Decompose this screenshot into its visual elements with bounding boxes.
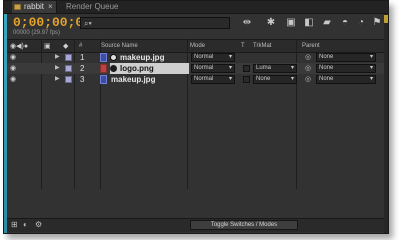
- column-parent[interactable]: Parent: [302, 43, 320, 49]
- graph-editor-icon[interactable]: ⚑: [370, 17, 384, 29]
- preserve-transparency-checkbox[interactable]: [243, 65, 250, 72]
- parent-pickwhip-icon[interactable]: ◎: [305, 75, 311, 83]
- eye-icon[interactable]: ◉: [10, 65, 19, 72]
- motion-blur-icon[interactable]: ▰: [320, 17, 334, 29]
- parent-value: None: [319, 65, 334, 71]
- layer-source-icon: [110, 65, 117, 72]
- layer-row[interactable]: ◉ ▶ 1 makeup.jpg Normal ▾ ◎ None ▾: [7, 52, 384, 63]
- chevron-down-icon: ▾: [290, 76, 294, 82]
- trkmat-value: Luma: [256, 65, 272, 71]
- hide-shy-layers-icon[interactable]: ▣: [284, 17, 298, 29]
- tab-rabbit-label: rabbit: [24, 2, 45, 11]
- search-icon: ⌕▾: [84, 19, 92, 28]
- chevron-down-icon: ▾: [369, 54, 373, 60]
- layer-number: 3: [80, 75, 85, 84]
- column-t[interactable]: T: [241, 43, 245, 49]
- image-file-icon: [100, 53, 107, 62]
- trkmat-dropdown[interactable]: Luma ▾: [253, 64, 297, 73]
- label-icon[interactable]: ◆: [63, 42, 68, 50]
- chevron-down-icon: ▾: [228, 54, 232, 60]
- frame-blending-icon[interactable]: ◧: [302, 17, 316, 29]
- toggle-switches-modes-button[interactable]: Toggle Switches / Modes: [190, 220, 298, 230]
- parent-dropdown[interactable]: None ▾: [316, 53, 376, 62]
- mode-dropdown[interactable]: Normal ▾: [191, 75, 235, 84]
- expand-triangle-icon[interactable]: ▶: [55, 53, 60, 60]
- panel-edge-accent: [4, 1, 7, 233]
- layer-number: 1: [80, 53, 85, 62]
- mini-flowchart-icon[interactable]: ⇹: [240, 17, 254, 29]
- parent-pickwhip-icon[interactable]: ◎: [305, 64, 311, 72]
- trkmat-dropdown[interactable]: None ▾: [253, 75, 297, 84]
- label-color-swatch[interactable]: [65, 76, 72, 83]
- expand-triangle-icon[interactable]: ▶: [55, 64, 60, 71]
- mode-dropdown[interactable]: Normal ▾: [191, 64, 235, 73]
- chevron-down-icon: ▾: [290, 65, 294, 71]
- column-mode[interactable]: Mode: [190, 43, 205, 49]
- column-header-row: ◉◀)● ▣ ◆ # Source Name Mode T TrkMat Par…: [7, 39, 384, 53]
- column-trkmat[interactable]: TrkMat: [253, 43, 271, 49]
- expand-triangle-icon[interactable]: ▶: [55, 75, 60, 82]
- layer-name[interactable]: makeup.jpg: [120, 53, 164, 62]
- tab-bar: rabbit × Render Queue: [4, 1, 388, 14]
- auto-keyframe-icon[interactable]: ◔: [354, 17, 368, 29]
- image-file-icon: [100, 75, 107, 84]
- label-color-swatch[interactable]: [65, 54, 72, 61]
- parent-value: None: [319, 76, 334, 82]
- mode-value: Normal: [194, 54, 214, 60]
- eye-icon[interactable]: ◉: [10, 76, 19, 83]
- trkmat-value: None: [256, 76, 271, 82]
- layer-number: 2: [80, 64, 85, 73]
- mode-value: Normal: [194, 76, 214, 82]
- column-source-name[interactable]: Source Name: [101, 43, 138, 49]
- parent-dropdown[interactable]: None ▾: [316, 75, 376, 84]
- eye-icon[interactable]: ◉: [10, 54, 19, 61]
- brainstorm-icon[interactable]: ◓: [338, 17, 352, 29]
- layer-source-icon: [110, 54, 117, 61]
- parent-value: None: [319, 54, 334, 60]
- transfer-controls-icon[interactable]: ◐: [23, 220, 28, 229]
- in-out-stretch-icon[interactable]: ⚙: [35, 220, 42, 229]
- chevron-down-icon: ▾: [369, 76, 373, 82]
- lock-icon[interactable]: ▣: [44, 42, 51, 50]
- mode-dropdown[interactable]: Normal ▾: [191, 53, 235, 62]
- composition-icon: [14, 4, 21, 10]
- column-number[interactable]: #: [79, 43, 82, 49]
- frame-rate-info: 00000 (29.97 fps): [13, 30, 61, 36]
- layer-name[interactable]: makeup.jpg: [111, 75, 155, 84]
- timeline-bottom-bar: ⊞ ◐ ⚙ Toggle Switches / Modes: [7, 218, 384, 232]
- search-input[interactable]: ⌕▾: [80, 17, 230, 29]
- preserve-transparency-checkbox[interactable]: [243, 76, 250, 83]
- chevron-down-icon: ▾: [369, 65, 373, 71]
- timeline-panel: rabbit × Render Queue 0;00;00;00 00000 (…: [3, 0, 389, 234]
- parent-pickwhip-icon[interactable]: ◎: [305, 53, 311, 61]
- chevron-down-icon: ▾: [228, 65, 232, 71]
- chevron-down-icon: ▾: [228, 76, 232, 82]
- parent-dropdown[interactable]: None ▾: [316, 64, 376, 73]
- tab-render-queue[interactable]: Render Queue: [66, 1, 118, 13]
- draft-3d-icon[interactable]: ✱: [264, 17, 278, 29]
- layer-row[interactable]: ◉ ▶ 3 makeup.jpg Normal ▾ None ▾ ◎ None …: [7, 74, 384, 85]
- vertical-scrollbar[interactable]: [384, 1, 388, 233]
- layer-switches-icon[interactable]: ⊞: [11, 220, 18, 229]
- layer-name[interactable]: logo.png: [120, 64, 154, 73]
- mode-value: Normal: [194, 65, 214, 71]
- image-file-icon: [100, 64, 107, 73]
- label-color-swatch[interactable]: [65, 65, 72, 72]
- av-features-icons[interactable]: ◉◀)●: [10, 42, 28, 50]
- layer-row-selected[interactable]: ◉ ▶ 2 logo.png Normal ▾ Luma ▾ ◎ None ▾: [7, 63, 384, 74]
- tab-rabbit[interactable]: rabbit ×: [12, 1, 57, 13]
- close-icon[interactable]: ×: [48, 1, 53, 13]
- scrollbar-thumb[interactable]: [384, 15, 388, 23]
